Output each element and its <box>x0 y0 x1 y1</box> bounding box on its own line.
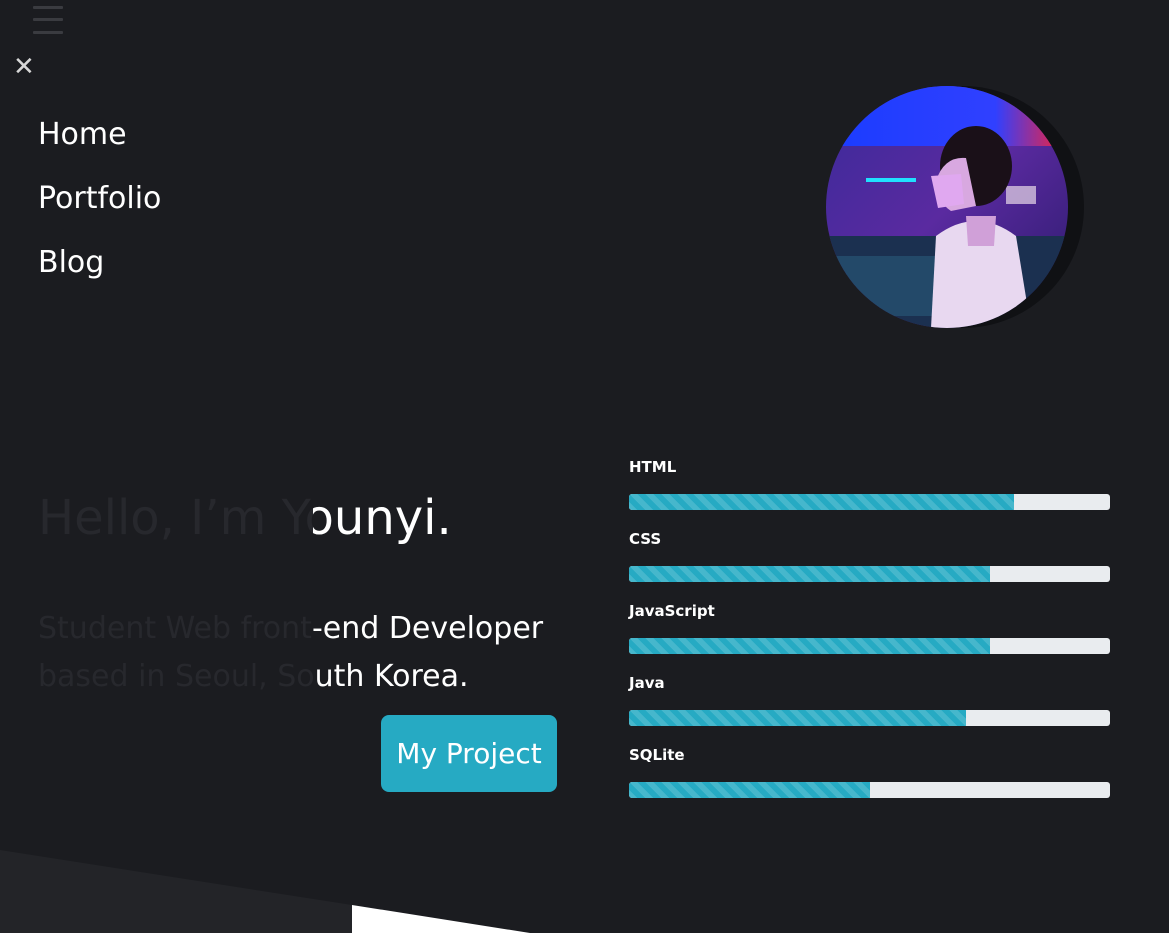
skill-item: HTML <box>629 456 1110 528</box>
hamburger-icon[interactable] <box>33 0 63 36</box>
skill-item: Java <box>629 672 1110 744</box>
my-project-button[interactable]: My Project <box>381 715 557 792</box>
skill-progress-fill <box>629 566 990 582</box>
profile-photo <box>826 86 1068 328</box>
skill-progress-bar <box>629 710 1110 726</box>
skill-progress-bar <box>629 638 1110 654</box>
skills-list: HTML CSS JavaScript Java SQLite <box>629 456 1110 816</box>
skill-progress-fill <box>629 494 1014 510</box>
skill-item: JavaScript <box>629 600 1110 672</box>
skill-progress-bar <box>629 566 1110 582</box>
skill-label: HTML <box>629 458 677 476</box>
skill-item: SQLite <box>629 744 1110 816</box>
skill-progress-fill <box>629 782 870 798</box>
skill-progress-bar <box>629 494 1110 510</box>
skill-progress-bar <box>629 782 1110 798</box>
skill-label: JavaScript <box>629 602 715 620</box>
nav-item-blog[interactable]: Blog <box>38 240 161 304</box>
skill-item: CSS <box>629 528 1110 600</box>
nav-item-home[interactable]: Home <box>38 112 161 176</box>
skill-progress-fill <box>629 638 990 654</box>
skill-label: Java <box>629 674 665 692</box>
nav-item-portfolio[interactable]: Portfolio <box>38 176 161 240</box>
page: ✕ Home Portfolio Blog Hello, I’m Younyi.… <box>0 0 1169 933</box>
skill-label: SQLite <box>629 746 685 764</box>
close-icon[interactable]: ✕ <box>13 54 35 80</box>
skill-label: CSS <box>629 530 662 548</box>
avatar-photo <box>826 86 1068 328</box>
side-nav: Home Portfolio Blog <box>38 112 161 304</box>
avatar <box>826 84 1084 328</box>
skill-progress-fill <box>629 710 966 726</box>
